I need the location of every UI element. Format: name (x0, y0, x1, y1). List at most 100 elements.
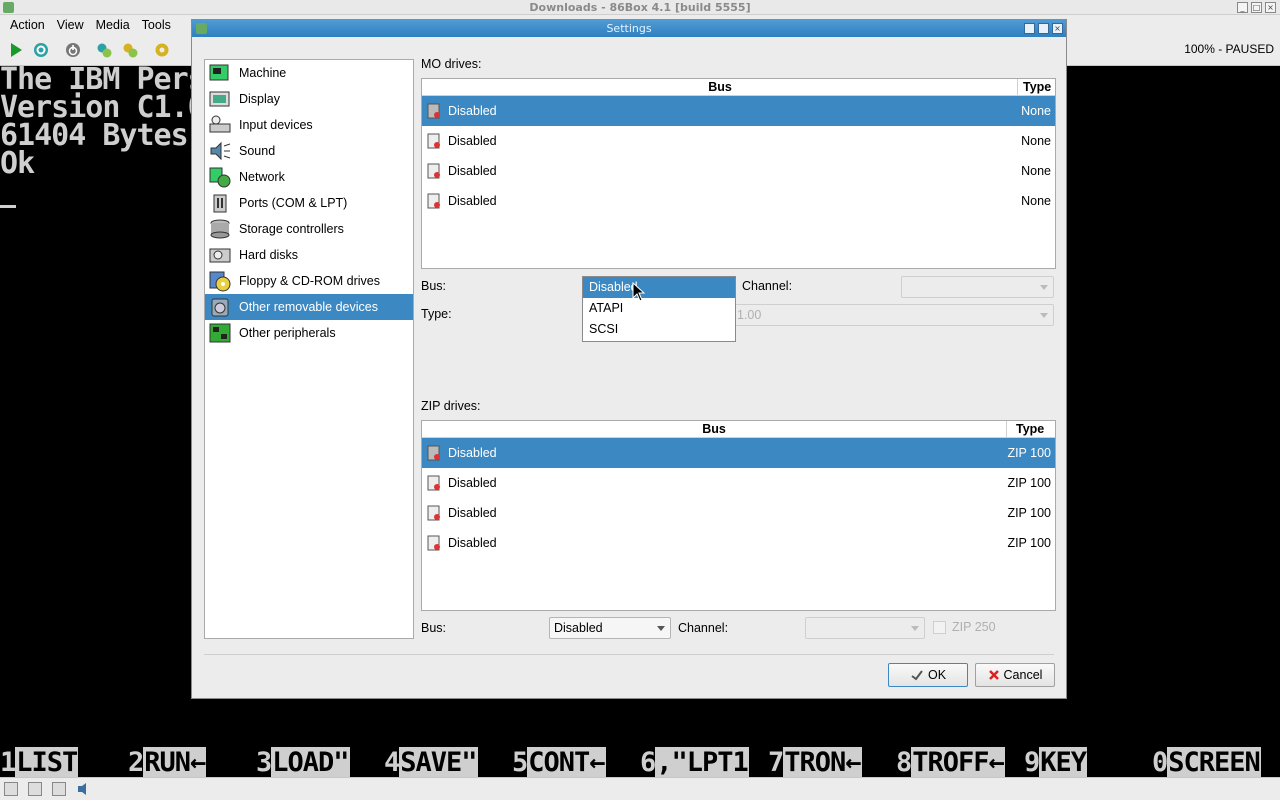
cancel-label: Cancel (1003, 668, 1043, 682)
peripherals-icon (209, 323, 231, 343)
row-bus: Disabled (448, 104, 497, 118)
fkey-label: SAVE" (399, 747, 478, 777)
fkey-4: 4 SAVE" (384, 747, 478, 777)
statusbar (0, 777, 1280, 800)
nav-item-other-removable-devices[interactable]: Other removable devices (205, 294, 413, 320)
mo-channel-select[interactable] (901, 276, 1054, 298)
table-row[interactable]: Disabled None (422, 126, 1055, 156)
zip-drives-label: ZIP drives: (421, 399, 481, 413)
nav-item-storage-controllers[interactable]: Storage controllers (205, 216, 413, 242)
play-icon[interactable] (8, 42, 24, 58)
power-icon[interactable] (65, 42, 81, 58)
nav-item-label: Machine (239, 66, 287, 80)
table-row[interactable]: Disabled None (422, 186, 1055, 216)
floppy-status-icon[interactable] (28, 782, 42, 796)
mo-type-select[interactable]: 1.00 (728, 304, 1054, 326)
column-header-type[interactable]: Type (1023, 79, 1051, 96)
cancel-icon (988, 670, 999, 680)
dropdown-option-disabled[interactable]: Disabled (583, 277, 735, 298)
sound-status-icon[interactable] (76, 781, 92, 797)
row-type: ZIP 100 (1007, 476, 1051, 490)
table-row[interactable]: Disabled ZIP 100 (422, 498, 1055, 528)
nav-item-label: Hard disks (239, 248, 299, 262)
fkey-number: 0 (1152, 747, 1168, 777)
zip-channel-select[interactable] (805, 617, 925, 639)
nav-item-other-peripherals[interactable]: Other peripherals (205, 320, 413, 346)
menu-tools[interactable]: Tools (136, 18, 177, 32)
nav-item-network[interactable]: Network (205, 164, 413, 190)
column-header-bus[interactable]: Bus (422, 421, 1006, 438)
ctrl-alt-del-icon[interactable] (96, 42, 112, 58)
fkey-label: TROFF← (911, 747, 1005, 777)
nav-item-hard-disks[interactable]: Hard disks (205, 242, 413, 268)
hard-disks-icon (209, 248, 231, 263)
mo-drive-icon (427, 193, 440, 209)
row-type: None (1021, 104, 1051, 118)
table-row[interactable]: Disabled ZIP 100 (422, 468, 1055, 498)
machine-icon (209, 64, 229, 81)
close-button[interactable]: × (1052, 23, 1063, 34)
ok-button[interactable]: OK (888, 663, 968, 687)
fkey-label: CONT← (527, 747, 606, 777)
input-devices-icon (209, 115, 231, 133)
close-button[interactable]: × (1265, 2, 1276, 13)
column-header-type[interactable]: Type (1016, 421, 1044, 438)
settings-icon[interactable] (154, 42, 170, 58)
dropdown-option-atapi[interactable]: ATAPI (583, 298, 735, 319)
zip-drives-table: Bus Type Disabled ZIP 100 Disabled ZIP 1… (421, 420, 1056, 611)
nav-item-floppy-cdrom[interactable]: Floppy & CD-ROM drives (205, 268, 413, 294)
menu-view[interactable]: View (51, 18, 90, 32)
nav-item-label: Ports (COM & LPT) (239, 196, 348, 210)
nav-item-ports[interactable]: Ports (COM & LPT) (205, 190, 413, 216)
zip-bus-select[interactable]: Disabled (549, 617, 671, 639)
table-row[interactable]: Disabled None (422, 156, 1055, 186)
nav-item-input-devices[interactable]: Input devices (205, 112, 413, 138)
fkey-2: 2 RUN← (128, 747, 206, 777)
mo-drives-table: Bus Type Disabled None Disabled None Dis… (421, 78, 1056, 269)
row-type: None (1021, 194, 1051, 208)
dos-output: The IBM Pers Version C1.0 61404 Bytes Ok (0, 66, 206, 179)
function-key-bar: 1 LIST 2 RUN← 3 LOAD" 4 SAVE" 5 CONT← 6 ,"LPT1… (0, 747, 1280, 777)
ctrl-alt-esc-icon[interactable] (122, 42, 138, 58)
fkey-label: ,"LPT1 (655, 747, 749, 777)
fkey-number: 7 (768, 747, 784, 777)
nav-item-label: Other peripherals (239, 326, 336, 340)
row-bus: Disabled (448, 164, 497, 178)
minimize-button[interactable] (1024, 23, 1035, 34)
fkey-0: 0 SCREEN (1152, 747, 1261, 777)
nav-item-machine[interactable]: Machine (205, 60, 413, 86)
fkey-8: 8 TROFF← (896, 747, 1005, 777)
nav-item-display[interactable]: Display (205, 86, 413, 112)
maximize-button[interactable]: □ (1251, 2, 1262, 13)
cancel-button[interactable]: Cancel (975, 663, 1055, 687)
row-bus: Disabled (448, 134, 497, 148)
mo-bus-dropdown[interactable]: Disabled ATAPI SCSI (582, 276, 736, 342)
row-type: ZIP 100 (1007, 536, 1051, 550)
table-row[interactable]: Disabled ZIP 100 (422, 438, 1055, 468)
zip250-checkbox[interactable] (933, 621, 946, 634)
menu-media[interactable]: Media (90, 18, 136, 32)
fkey-label: RUN← (143, 747, 206, 777)
floppy-status-icon[interactable] (4, 782, 18, 796)
fkey-1: 1 LIST (0, 747, 78, 777)
table-row[interactable]: Disabled ZIP 100 (422, 528, 1055, 558)
nav-item-sound[interactable]: Sound (205, 138, 413, 164)
ok-label: OK (927, 668, 947, 682)
minimize-button[interactable]: _ (1237, 2, 1248, 13)
zip-bus-label: Bus: (421, 621, 447, 635)
mo-drives-label: MO drives: (421, 57, 482, 71)
row-bus: Disabled (448, 536, 497, 550)
column-header-bus[interactable]: Bus (422, 79, 1018, 96)
maximize-button[interactable] (1038, 23, 1049, 34)
fkey-label: LIST (15, 747, 78, 777)
nav-item-label: Network (239, 170, 285, 184)
menu-action[interactable]: Action (4, 18, 51, 32)
fkey-6: 6 ,"LPT1 (640, 747, 749, 777)
reset-icon[interactable] (33, 42, 49, 58)
settings-dialog: Settings × Machine Display Input devices (191, 19, 1067, 699)
cdrom-status-icon[interactable] (52, 782, 66, 796)
table-row[interactable]: Disabled None (422, 96, 1055, 126)
dropdown-option-scsi[interactable]: SCSI (583, 319, 735, 340)
floppy-cdrom-icon (209, 271, 231, 292)
ok-icon (911, 670, 923, 681)
